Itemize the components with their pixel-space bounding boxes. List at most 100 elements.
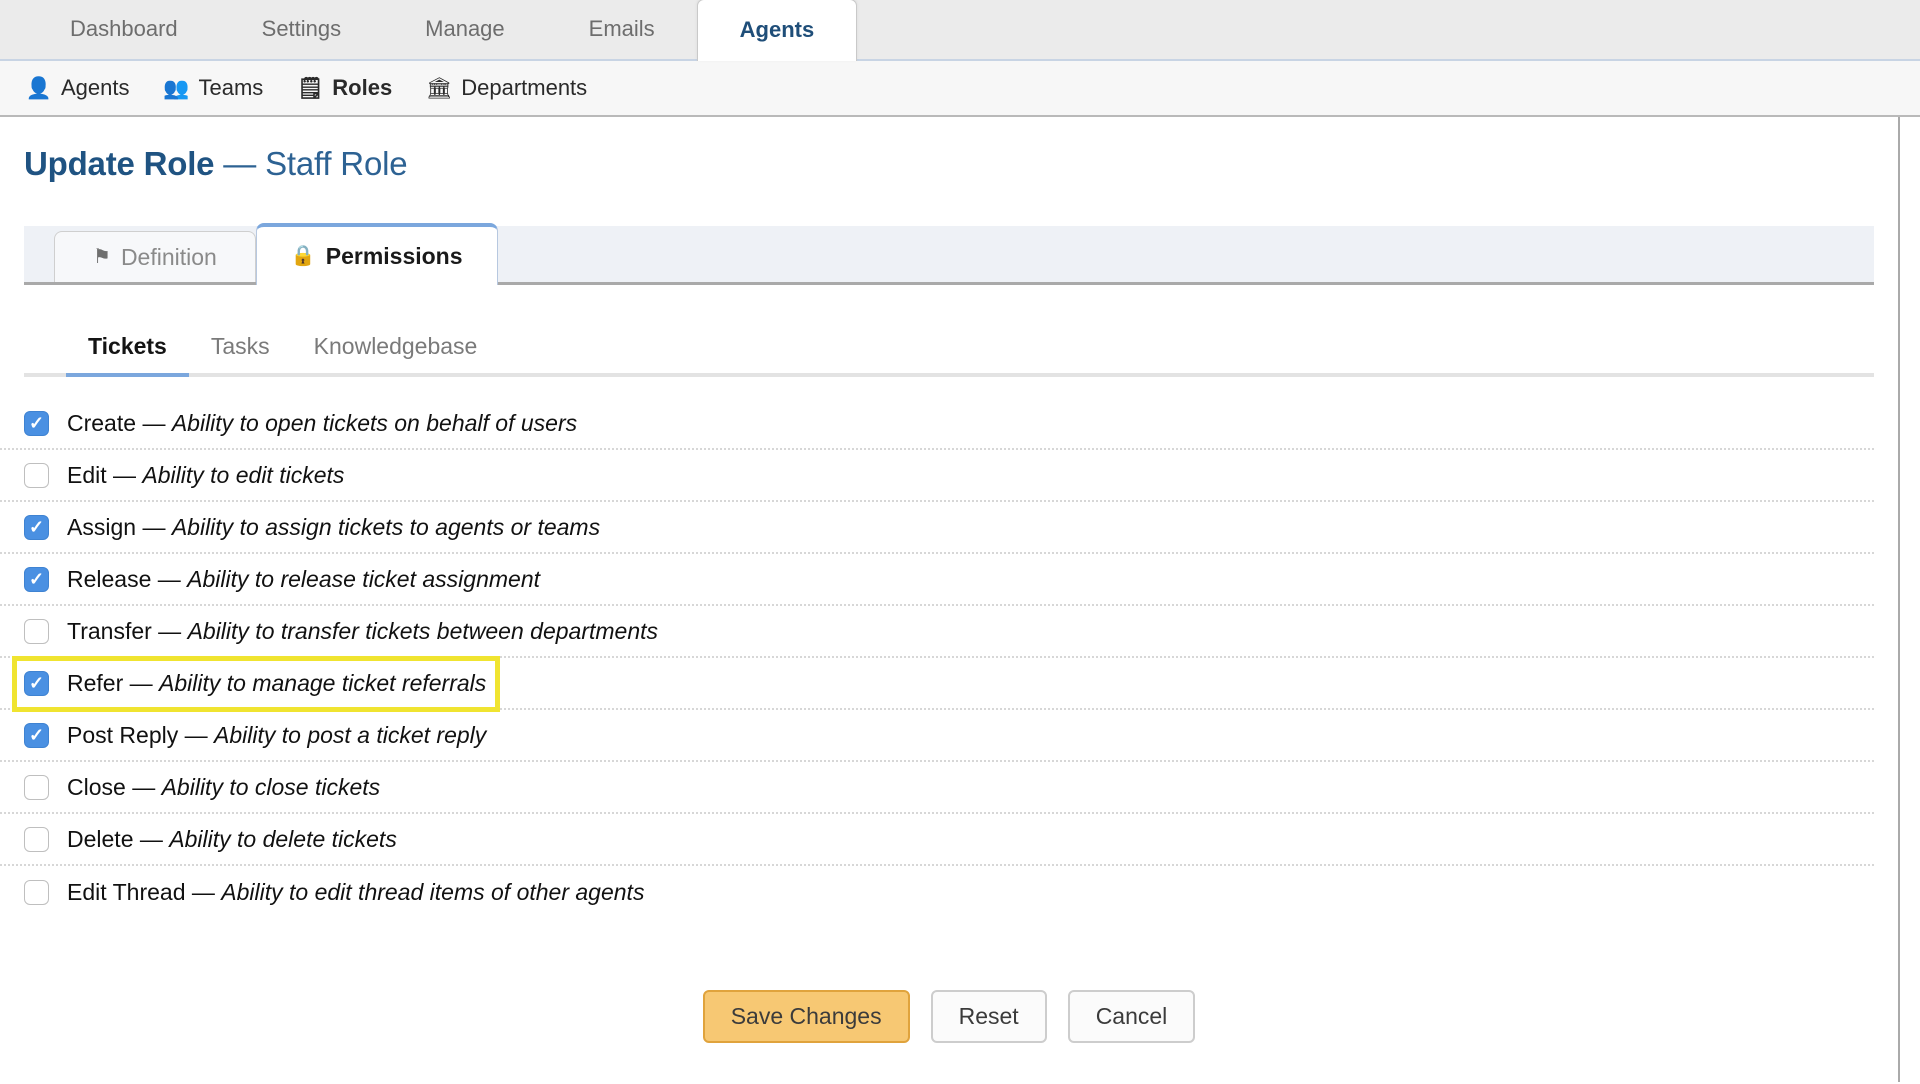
permission-label: Transfer — Ability to transfer tickets b… (67, 618, 658, 645)
permission-row[interactable]: ✓ Delete — Ability to delete tickets (0, 814, 1874, 866)
permission-name: Edit Thread (67, 879, 185, 905)
permission-label: Edit Thread — Ability to edit thread ite… (67, 879, 644, 906)
subnav-item-teams-label: Teams (199, 75, 264, 101)
permission-checkbox[interactable]: ✓ (24, 567, 49, 592)
permission-row[interactable]: ✓ Refer — Ability to manage ticket referr… (0, 658, 1874, 710)
role-tab-strip: ⚑ Definition 🔒 Permissions (24, 226, 1874, 285)
permission-checkbox[interactable]: ✓ (24, 671, 49, 696)
permission-description: Ability to close tickets (162, 774, 381, 800)
permission-checkbox[interactable]: ✓ (24, 827, 49, 852)
permission-row[interactable]: ✓ Close — Ability to close tickets (0, 762, 1874, 814)
subnav-item-teams[interactable]: 👥 Teams (164, 75, 264, 101)
subnav-item-roles[interactable]: 🗒 Roles (297, 75, 392, 101)
tab-permissions[interactable]: 🔒 Permissions (256, 223, 498, 285)
topnav-tab-agents[interactable]: Agents (697, 0, 858, 61)
check-icon: ✓ (29, 726, 44, 744)
primary-nav-tabs: Dashboard Settings Manage Emails Agents (0, 0, 1920, 61)
permission-separator: — (158, 566, 181, 592)
permission-row[interactable]: ✓ Edit — Ability to edit tickets (0, 450, 1874, 502)
page-title-sub: — Staff Role (223, 145, 407, 182)
permission-row[interactable]: ✓ Transfer — Ability to transfer tickets … (0, 606, 1874, 658)
topnav-tab-emails[interactable]: Emails (547, 0, 697, 59)
permission-separator: — (142, 410, 165, 436)
file-icon: ⚑ (93, 247, 111, 267)
permission-description: Ability to transfer tickets between depa… (188, 618, 658, 644)
subnav-item-departments[interactable]: 🏛 Departments (426, 75, 587, 101)
page-title: Update Role — Staff Role (0, 117, 1898, 183)
permission-row[interactable]: ✓ Create — Ability to open tickets on beh… (0, 398, 1874, 450)
application-root: Dashboard Settings Manage Emails Agents … (0, 0, 1920, 1084)
subtab-tickets[interactable]: Tickets (66, 327, 189, 377)
person-icon: 👤 (26, 75, 52, 101)
permission-separator: — (130, 670, 153, 696)
permission-name: Post Reply (67, 722, 178, 748)
permission-name: Edit (67, 462, 107, 488)
permission-checkbox[interactable]: ✓ (24, 619, 49, 644)
permission-description: Ability to delete tickets (169, 826, 397, 852)
permission-label: Create — Ability to open tickets on beha… (67, 410, 577, 437)
permission-label: Post Reply — Ability to post a ticket re… (67, 722, 486, 749)
permission-label: Edit — Ability to edit tickets (67, 462, 344, 489)
topnav-tab-manage[interactable]: Manage (383, 0, 547, 59)
check-icon: ✓ (29, 414, 44, 432)
permission-label: Assign — Ability to assign tickets to ag… (67, 514, 600, 541)
permission-separator: — (142, 514, 165, 540)
permission-description: Ability to release ticket assignment (187, 566, 540, 592)
permission-separator: — (185, 722, 208, 748)
secondary-nav: 👤 Agents 👥 Teams 🗒 Roles 🏛 Departments (0, 61, 1920, 117)
subtab-knowledgebase[interactable]: Knowledgebase (292, 327, 500, 377)
permission-name: Delete (67, 826, 133, 852)
page-title-main: Update Role (24, 145, 214, 182)
permission-label: Close — Ability to close tickets (67, 774, 380, 801)
permission-checkbox[interactable]: ✓ (24, 411, 49, 436)
permission-separator: — (132, 774, 155, 800)
topnav-tab-settings[interactable]: Settings (220, 0, 384, 59)
permission-description: Ability to edit thread items of other ag… (221, 879, 644, 905)
permission-name: Close (67, 774, 126, 800)
permission-separator: — (158, 618, 181, 644)
topnav-tab-dashboard[interactable]: Dashboard (28, 0, 220, 59)
tab-definition-label: Definition (121, 244, 217, 271)
permission-checkbox[interactable]: ✓ (24, 775, 49, 800)
permission-description: Ability to edit tickets (142, 462, 344, 488)
permission-row[interactable]: ✓ Post Reply — Ability to post a ticket r… (0, 710, 1874, 762)
check-icon: ✓ (29, 674, 44, 692)
permission-section-tabs: Tickets Tasks Knowledgebase (24, 327, 1874, 377)
permission-checkbox[interactable]: ✓ (24, 723, 49, 748)
tab-permissions-label: Permissions (326, 243, 463, 270)
permission-list: ✓ Create — Ability to open tickets on beh… (0, 398, 1874, 918)
permission-description: Ability to post a ticket reply (214, 722, 486, 748)
permission-description: Ability to assign tickets to agents or t… (172, 514, 600, 540)
permission-label: Refer — Ability to manage ticket referra… (67, 670, 486, 697)
permission-label: Delete — Ability to delete tickets (67, 826, 397, 853)
permission-checkbox[interactable]: ✓ (24, 515, 49, 540)
reset-button[interactable]: Reset (931, 990, 1047, 1043)
form-actions: Save Changes Reset Cancel (0, 990, 1898, 1043)
permission-description: Ability to open tickets on behalf of use… (172, 410, 577, 436)
subnav-item-departments-label: Departments (461, 75, 587, 101)
permission-name: Transfer (67, 618, 152, 644)
permission-name: Create (67, 410, 136, 436)
permission-label: Release — Ability to release ticket assi… (67, 566, 540, 593)
permission-row[interactable]: ✓ Edit Thread — Ability to edit thread it… (0, 866, 1874, 918)
permission-name: Release (67, 566, 151, 592)
permission-separator: — (192, 879, 215, 905)
subnav-item-roles-label: Roles (332, 75, 392, 101)
check-icon: ✓ (29, 518, 44, 536)
subtab-tasks[interactable]: Tasks (189, 327, 292, 377)
permission-row[interactable]: ✓ Assign — Ability to assign tickets to a… (0, 502, 1874, 554)
permission-row[interactable]: ✓ Release — Ability to release ticket ass… (0, 554, 1874, 606)
tab-definition[interactable]: ⚑ Definition (54, 231, 256, 282)
podium-icon: 🏛 (426, 75, 452, 101)
save-changes-button[interactable]: Save Changes (703, 990, 910, 1043)
permission-checkbox[interactable]: ✓ (24, 880, 49, 905)
subnav-item-agents[interactable]: 👤 Agents (26, 75, 130, 101)
people-icon: 👥 (164, 75, 190, 101)
permission-separator: — (113, 462, 136, 488)
permission-checkbox[interactable]: ✓ (24, 463, 49, 488)
permission-name: Refer (67, 670, 123, 696)
content-panel: Update Role — Staff Role ⚑ Definition 🔒 … (0, 117, 1900, 1082)
cancel-button[interactable]: Cancel (1068, 990, 1196, 1043)
check-icon: ✓ (29, 570, 44, 588)
lock-icon: 🔒 (291, 246, 316, 266)
